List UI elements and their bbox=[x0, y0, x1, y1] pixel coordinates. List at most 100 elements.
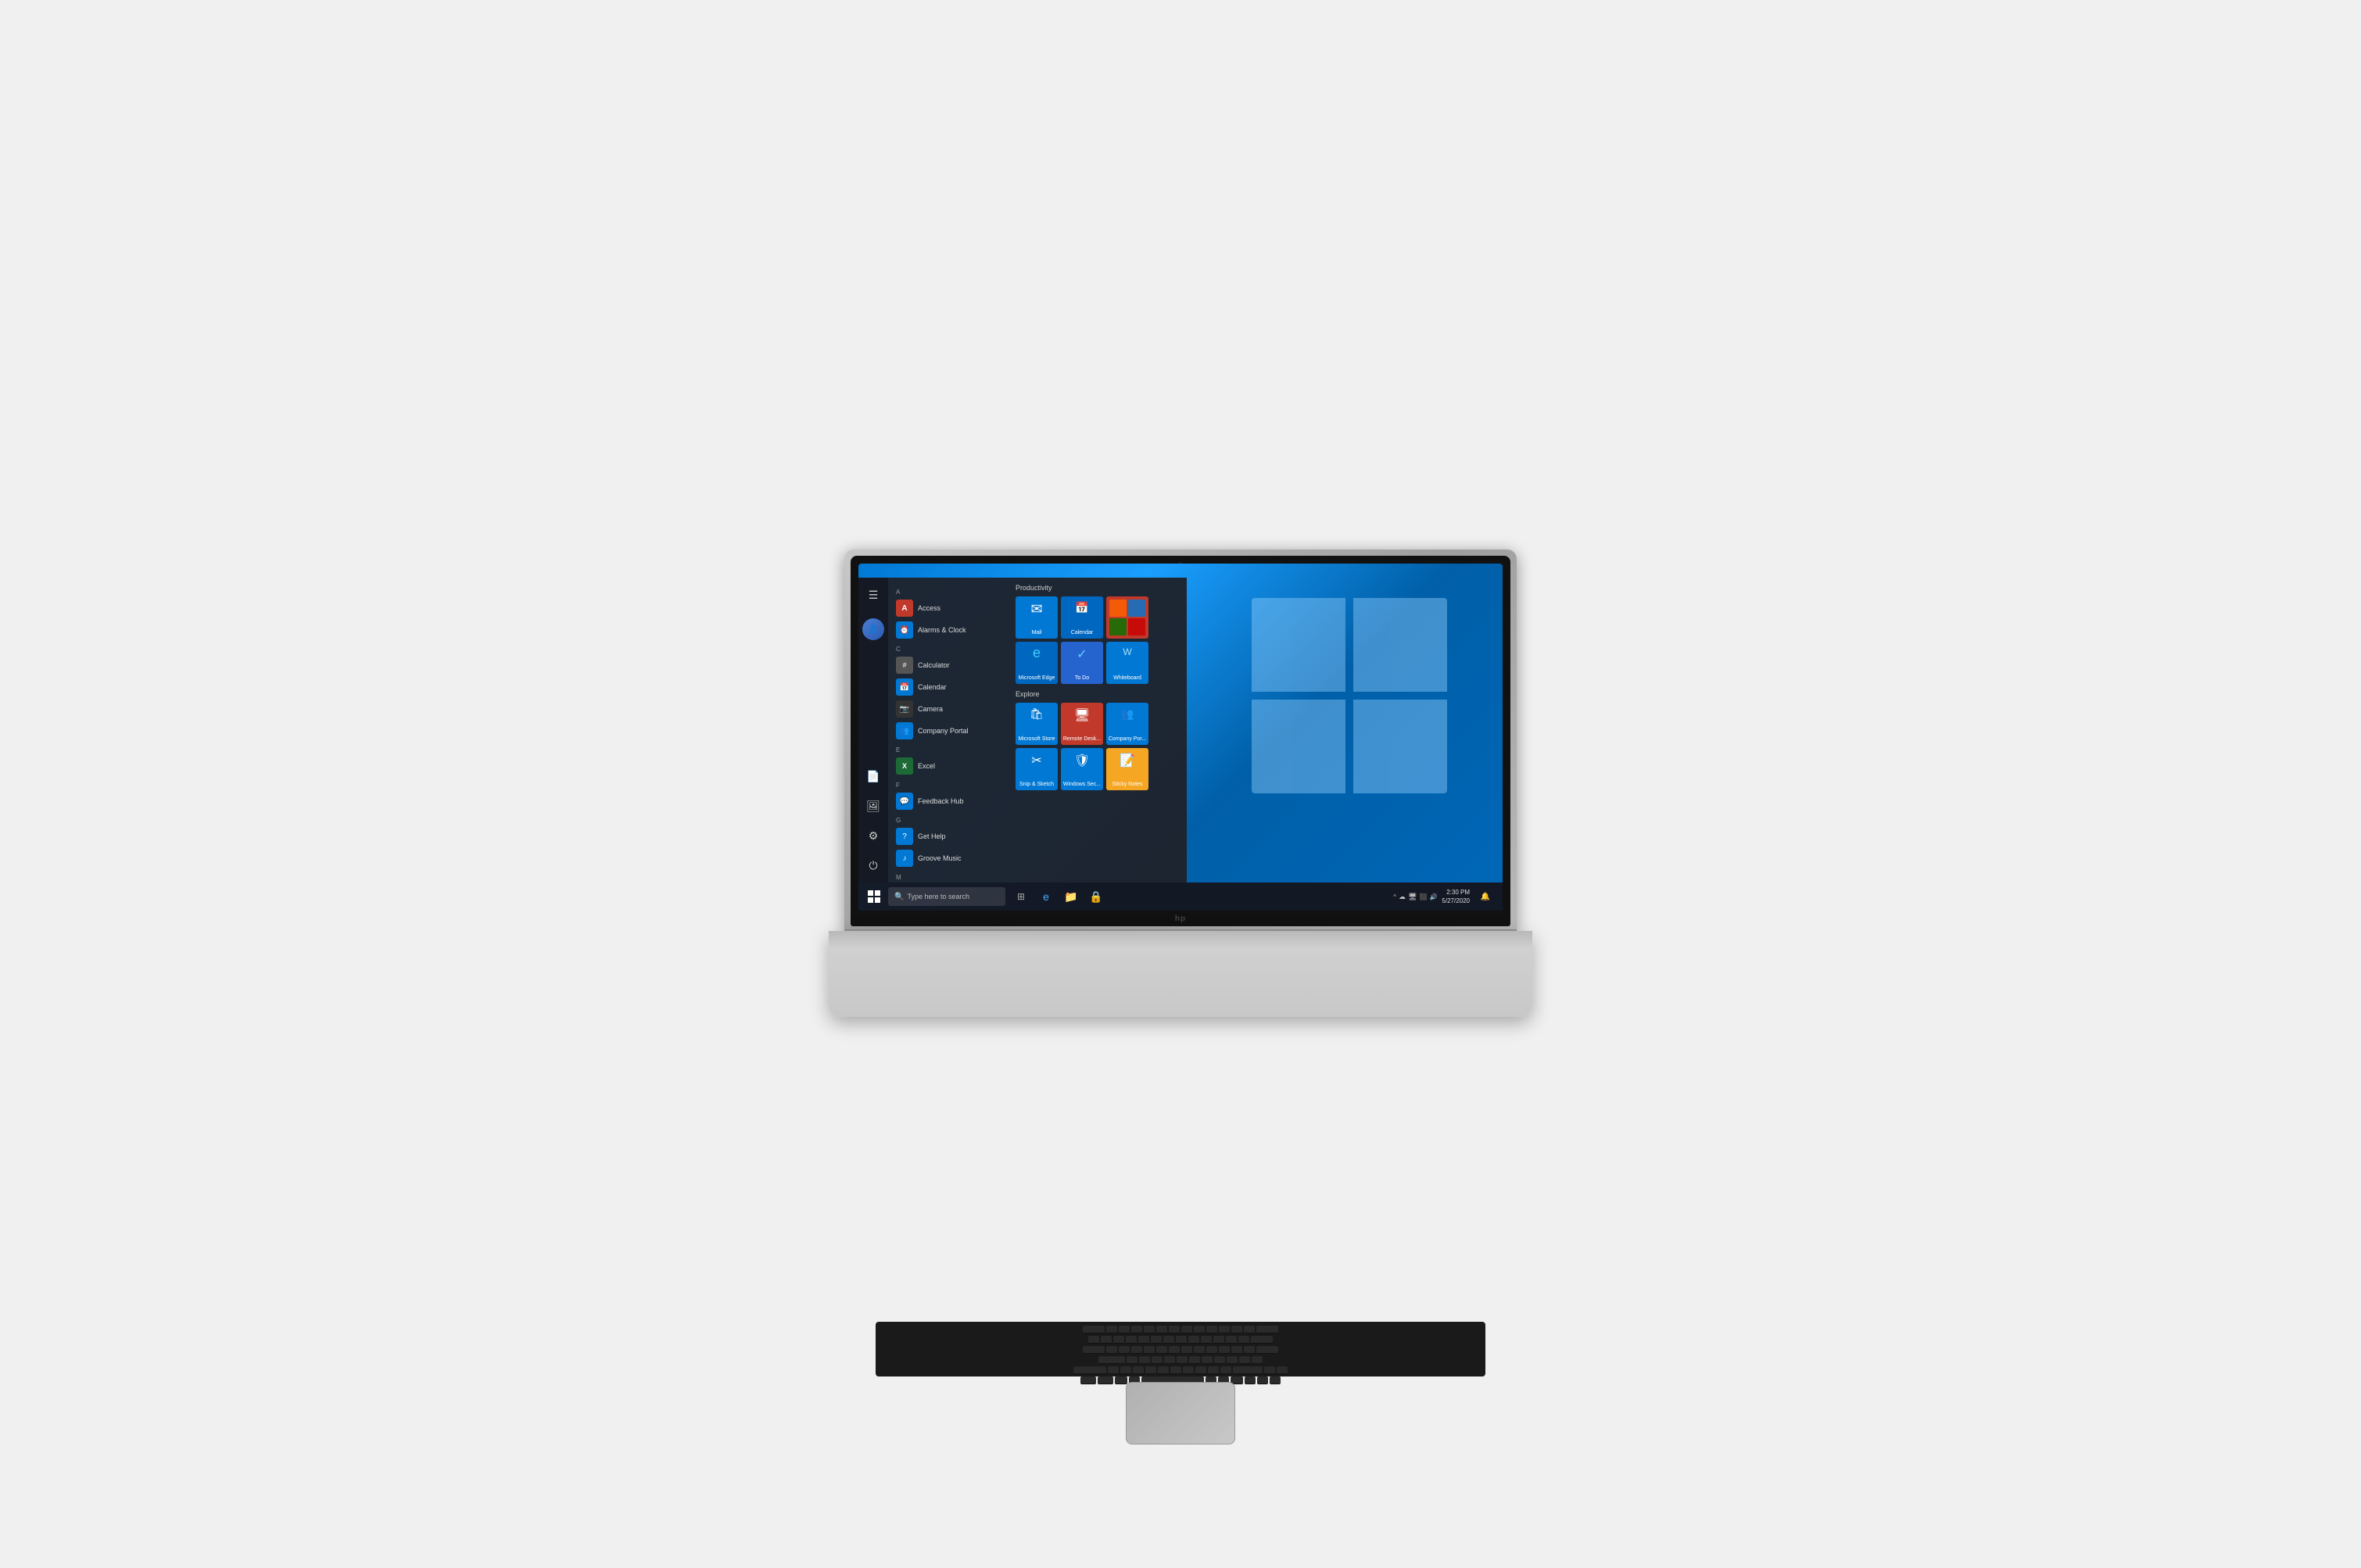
key-backspace[interactable] bbox=[1251, 1336, 1273, 1344]
pictures-icon[interactable]: 🖼 bbox=[862, 795, 884, 817]
app-calendar[interactable]: 📅 Calendar bbox=[893, 676, 1005, 698]
key-m[interactable] bbox=[1183, 1366, 1194, 1374]
key-j[interactable] bbox=[1202, 1356, 1213, 1364]
key-w[interactable] bbox=[1119, 1346, 1130, 1354]
key-z[interactable] bbox=[1108, 1366, 1119, 1374]
notification-bell-icon[interactable]: 🔔 bbox=[1474, 886, 1496, 908]
app-excel[interactable]: X Excel bbox=[893, 755, 1005, 777]
key-7[interactable] bbox=[1176, 1336, 1187, 1344]
app-camera[interactable]: 📷 Camera bbox=[893, 698, 1005, 720]
key-f6[interactable] bbox=[1169, 1326, 1180, 1334]
key-f11[interactable] bbox=[1231, 1326, 1242, 1334]
key-u[interactable] bbox=[1181, 1346, 1192, 1354]
app-company-portal[interactable]: 👥 Company Portal bbox=[893, 720, 1005, 742]
key-comma[interactable] bbox=[1195, 1366, 1206, 1374]
key-6[interactable] bbox=[1163, 1336, 1174, 1344]
key-f4[interactable] bbox=[1144, 1326, 1155, 1334]
key-lbracket[interactable] bbox=[1231, 1346, 1242, 1354]
app-feedback-hub[interactable]: 💬 Feedback Hub bbox=[893, 790, 1005, 812]
start-button[interactable] bbox=[862, 882, 887, 911]
key-backtick[interactable] bbox=[1088, 1336, 1099, 1344]
key-period[interactable] bbox=[1208, 1366, 1219, 1374]
key-y[interactable] bbox=[1169, 1346, 1180, 1354]
key-f8[interactable] bbox=[1194, 1326, 1205, 1334]
key-s[interactable] bbox=[1139, 1356, 1150, 1364]
key-esc[interactable] bbox=[1083, 1326, 1105, 1334]
volume-icon[interactable]: 🔊 bbox=[1429, 893, 1437, 900]
key-l[interactable] bbox=[1227, 1356, 1238, 1364]
tile-office[interactable] bbox=[1106, 596, 1148, 639]
key-lctrl[interactable] bbox=[1098, 1376, 1113, 1384]
key-enter[interactable] bbox=[1256, 1346, 1278, 1354]
tile-sticky-notes[interactable]: 📝 Sticky Notes bbox=[1106, 748, 1148, 790]
taskbar-file-explorer-icon[interactable]: 📁 bbox=[1060, 886, 1082, 908]
settings-icon[interactable]: ⚙ bbox=[862, 825, 884, 847]
key-quote[interactable] bbox=[1252, 1356, 1263, 1364]
key-down[interactable] bbox=[1257, 1376, 1268, 1384]
key-caps[interactable] bbox=[1098, 1356, 1125, 1364]
key-k[interactable] bbox=[1214, 1356, 1225, 1364]
key-left[interactable] bbox=[1245, 1376, 1256, 1384]
key-lwin[interactable] bbox=[1115, 1376, 1127, 1384]
taskbar-lock-icon[interactable]: 🔒 bbox=[1085, 886, 1107, 908]
key-up[interactable] bbox=[1264, 1366, 1275, 1374]
key-g[interactable] bbox=[1177, 1356, 1188, 1364]
key-5[interactable] bbox=[1151, 1336, 1162, 1344]
key-x[interactable] bbox=[1120, 1366, 1131, 1374]
app-calculator[interactable]: # Calculator bbox=[893, 654, 1005, 676]
key-f[interactable] bbox=[1164, 1356, 1175, 1364]
app-access[interactable]: A Access bbox=[893, 597, 1005, 619]
key-o[interactable] bbox=[1206, 1346, 1217, 1354]
key-slash[interactable] bbox=[1220, 1366, 1231, 1374]
tile-store[interactable]: 🛍 Microsoft Store bbox=[1016, 703, 1058, 745]
chevron-up-icon[interactable]: ^ bbox=[1393, 893, 1396, 900]
key-fn[interactable] bbox=[1080, 1376, 1096, 1384]
key-f12[interactable] bbox=[1244, 1326, 1255, 1334]
key-i[interactable] bbox=[1194, 1346, 1205, 1354]
key-f1[interactable] bbox=[1106, 1326, 1117, 1334]
key-b[interactable] bbox=[1158, 1366, 1169, 1374]
hamburger-icon[interactable]: ☰ bbox=[862, 584, 884, 606]
key-del[interactable] bbox=[1256, 1326, 1278, 1334]
tile-mail[interactable]: ✉ Mail bbox=[1016, 596, 1058, 639]
user-avatar[interactable]: 👤 bbox=[862, 618, 884, 640]
key-f10[interactable] bbox=[1219, 1326, 1230, 1334]
key-9[interactable] bbox=[1201, 1336, 1212, 1344]
key-lshift[interactable] bbox=[1073, 1366, 1106, 1374]
key-8[interactable] bbox=[1188, 1336, 1199, 1344]
key-1[interactable] bbox=[1101, 1336, 1112, 1344]
key-f2[interactable] bbox=[1119, 1326, 1130, 1334]
key-p[interactable] bbox=[1219, 1346, 1230, 1354]
app-get-help[interactable]: ? Get Help bbox=[893, 825, 1005, 847]
app-alarms-clock[interactable]: ⏰ Alarms & Clock bbox=[893, 619, 1005, 641]
tile-remote-desktop[interactable]: 🖥 Remote Desk... bbox=[1061, 703, 1103, 745]
key-c[interactable] bbox=[1133, 1366, 1144, 1374]
key-f7[interactable] bbox=[1181, 1326, 1192, 1334]
key-rshift[interactable] bbox=[1233, 1366, 1263, 1374]
key-e[interactable] bbox=[1131, 1346, 1142, 1354]
key-a[interactable] bbox=[1127, 1356, 1138, 1364]
key-d[interactable] bbox=[1152, 1356, 1163, 1364]
power-icon[interactable]: ⏻ bbox=[862, 854, 884, 876]
key-f9[interactable] bbox=[1206, 1326, 1217, 1334]
key-v[interactable] bbox=[1145, 1366, 1156, 1374]
key-3[interactable] bbox=[1126, 1336, 1137, 1344]
tile-calendar[interactable]: 📅 Calendar bbox=[1061, 596, 1103, 639]
key-right[interactable] bbox=[1270, 1376, 1281, 1384]
taskbar-edge-icon[interactable]: e bbox=[1035, 886, 1057, 908]
tile-edge[interactable]: e Microsoft Edge bbox=[1016, 642, 1058, 684]
system-clock[interactable]: 2:30 PM 5/27/2020 bbox=[1442, 888, 1470, 905]
key-minus[interactable] bbox=[1226, 1336, 1237, 1344]
tile-whiteboard[interactable]: W Whiteboard bbox=[1106, 642, 1148, 684]
key-0[interactable] bbox=[1213, 1336, 1224, 1344]
key-end[interactable] bbox=[1277, 1366, 1288, 1374]
key-f3[interactable] bbox=[1131, 1326, 1142, 1334]
tile-company-portal[interactable]: 👥 Company Por... bbox=[1106, 703, 1148, 745]
key-equal[interactable] bbox=[1238, 1336, 1249, 1344]
documents-icon[interactable]: 📄 bbox=[862, 765, 884, 787]
key-tab[interactable] bbox=[1083, 1346, 1105, 1354]
key-f5[interactable] bbox=[1156, 1326, 1167, 1334]
key-semicolon[interactable] bbox=[1239, 1356, 1250, 1364]
key-h[interactable] bbox=[1189, 1356, 1200, 1364]
taskbar-search-box[interactable]: 🔍 Type here to search bbox=[888, 887, 1005, 906]
